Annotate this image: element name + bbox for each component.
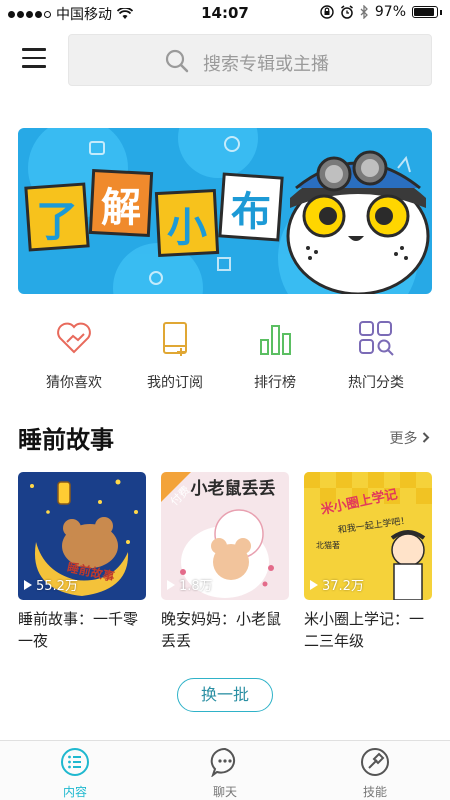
- album-cover: 睡前故事 55.2万: [18, 472, 146, 600]
- banner-char-4: 布: [231, 189, 271, 235]
- status-bar: 中国移动 14:07 97%: [0, 0, 450, 26]
- tab-chat[interactable]: 聊天: [190, 747, 260, 800]
- quick-nav-rankings[interactable]: 排行榜: [225, 318, 325, 392]
- alarm-icon: [340, 5, 353, 19]
- album-title: 睡前故事：一千零一夜: [18, 610, 139, 650]
- album-title: 晚安妈妈：小老鼠丢丢: [161, 610, 282, 650]
- album-card[interactable]: 小老鼠丢丢 付费 1.8万 晚安妈妈：小老鼠丢丢: [161, 472, 289, 652]
- battery-percent: 97%: [374, 4, 406, 20]
- section-title: 睡前故事: [18, 426, 114, 454]
- more-link[interactable]: 更多: [390, 428, 430, 448]
- promo-banner[interactable]: 了 解 小 布: [18, 128, 432, 294]
- quick-nav-hot-categories[interactable]: 热门分类: [326, 318, 426, 392]
- refresh-button[interactable]: 换一批: [177, 678, 273, 712]
- album-cover: 米小圈上学记 和我一起上学吧！ 北猫著 37.2万: [304, 472, 432, 600]
- play-count: 37.2万: [310, 575, 364, 594]
- banner-art: 了 解 小 布: [18, 128, 432, 294]
- menu-button[interactable]: [22, 48, 46, 72]
- play-icon: [167, 579, 175, 590]
- rotation-lock-icon: [320, 5, 334, 19]
- bar-chart-icon: [260, 325, 291, 355]
- skill-icon: [361, 748, 389, 776]
- banner-char-1: 了: [36, 197, 78, 246]
- album-cover: 小老鼠丢丢 付费 1.8万: [161, 472, 289, 600]
- quick-nav-guess-you-like[interactable]: 猜你喜欢: [24, 318, 124, 392]
- banner-char-2: 解: [101, 185, 141, 231]
- quick-nav-label: 猜你喜欢: [46, 375, 102, 391]
- album-title: 米小圈上学记：一二三年级: [304, 610, 425, 650]
- chevron-right-icon: [422, 432, 430, 443]
- tab-content[interactable]: 内容: [40, 747, 110, 800]
- album-cover-text: 小老鼠丢丢: [191, 478, 276, 499]
- tab-label: 技能: [362, 785, 387, 799]
- play-count-value: 1.8万: [179, 579, 213, 594]
- more-label: 更多: [389, 431, 418, 447]
- album-card[interactable]: 睡前故事 55.2万 睡前故事：一千零一夜: [18, 472, 146, 652]
- book-add-icon: [163, 322, 187, 356]
- search-input[interactable]: 搜索专辑或主播: [68, 34, 432, 86]
- chat-icon: [210, 747, 236, 778]
- play-icon: [310, 579, 318, 590]
- grid-search-icon: [359, 321, 394, 356]
- play-count: 1.8万: [167, 575, 213, 594]
- play-icon: [24, 579, 32, 590]
- tab-label: 内容: [62, 785, 87, 799]
- list-icon: [61, 748, 89, 776]
- quick-nav-label: 我的订阅: [147, 375, 203, 391]
- play-count-value: 55.2万: [36, 579, 78, 594]
- top-bar: 搜索专辑或主播: [0, 34, 450, 86]
- tab-skills[interactable]: 技能: [340, 747, 410, 800]
- banner-char-3: 小: [167, 205, 207, 251]
- play-count: 55.2万: [24, 575, 78, 594]
- search-placeholder: 搜索专辑或主播: [203, 54, 329, 75]
- quick-nav-label: 热门分类: [348, 375, 404, 391]
- tab-label: 聊天: [212, 785, 237, 799]
- quick-nav-label: 排行榜: [254, 375, 296, 391]
- album-card[interactable]: 米小圈上学记 和我一起上学吧！ 北猫著 37.2万 米小圈上学记：一二三年级: [304, 472, 432, 652]
- quick-nav-my-subscriptions[interactable]: 我的订阅: [125, 318, 225, 392]
- search-icon: [165, 49, 189, 73]
- battery-tip: [440, 9, 442, 15]
- tab-bar: 内容 聊天 技能: [0, 740, 450, 800]
- battery-icon: [412, 6, 438, 18]
- quick-nav: 猜你喜欢 我的订阅 排行榜 热门分类: [0, 318, 450, 391]
- album-cover-author: 北猫著: [316, 540, 340, 550]
- play-count-value: 37.2万: [322, 579, 364, 594]
- heart-hand-icon: [57, 322, 91, 354]
- status-right: 97%: [320, 4, 442, 20]
- bluetooth-icon: [360, 5, 368, 19]
